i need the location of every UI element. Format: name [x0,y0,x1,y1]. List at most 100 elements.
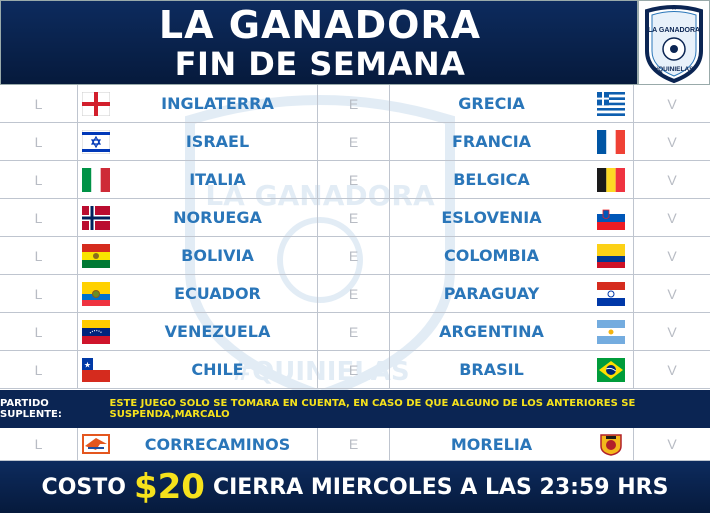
away-team: BRASIL [390,351,634,388]
svg-text:★: ★ [671,4,677,12]
suplente-label: PARTIDO SUPLENTE: [0,398,62,420]
logo-brand: LA GANADORA [648,27,700,34]
home-team: ISRAEL [78,123,318,160]
local-option[interactable]: L [0,123,78,160]
home-team: NORUEGA [78,199,318,236]
ecuador-flag-icon [82,281,110,306]
match-row: L NORUEGA E ESLOVENIA V [0,199,710,237]
match-row: L INGLATERRA E GRECIA V [0,85,710,123]
away-team: BELGICA [390,161,634,198]
visit-option[interactable]: V [634,313,710,350]
bolivia-flag-icon [82,243,110,268]
italy-flag-icon [82,167,110,192]
home-team: BOLIVIA [78,237,318,274]
draw-option[interactable]: E [318,237,390,274]
deadline-text: CIERRA MIERCOLES A LAS 23:59 HRS [212,474,669,500]
home-team: INGLATERRA [78,85,318,122]
backup-away-team: MORELIA [390,428,634,460]
visit-option[interactable]: V [634,237,710,274]
draw-option[interactable]: E [318,313,390,350]
home-team: ECUADOR [78,275,318,312]
venezuela-flag-icon [82,319,110,344]
visit-option[interactable]: V [634,123,710,160]
home-team: ITALIA [78,161,318,198]
away-team-name: PARAGUAY [443,284,540,303]
morelia-crest-icon [600,434,622,456]
title-line-2: FIN DE SEMANA [174,45,466,83]
home-team-name: ECUADOR [174,284,261,303]
home-team-name: ISRAEL [185,132,250,151]
backup-draw-option[interactable]: E [318,428,390,460]
local-option[interactable]: L [0,275,78,312]
away-team: COLOMBIA [390,237,634,274]
away-team: ARGENTINA [390,313,634,350]
norway-flag-icon [82,205,110,230]
away-team: GRECIA [390,85,634,122]
draw-option[interactable]: E [318,199,390,236]
draw-option[interactable]: E [318,351,390,388]
away-team-name: ARGENTINA [439,322,544,341]
visit-option[interactable]: V [634,275,710,312]
draw-option[interactable]: E [318,275,390,312]
away-team-name: COLOMBIA [443,246,540,265]
home-team-name: INGLATERRA [161,94,274,113]
draw-option[interactable]: E [318,123,390,160]
away-team: PARAGUAY [390,275,634,312]
local-option[interactable]: L [0,313,78,350]
greece-flag-icon [597,91,625,116]
home-team-name: CHILE [191,360,244,379]
visit-option[interactable]: V [634,199,710,236]
home-team-name: VENEZUELA [164,322,271,341]
suplente-message: ESTE JUEGO SOLO SE TOMARA EN CUENTA, EN … [109,398,636,420]
backup-home-name: CORRECAMINOS [144,434,291,454]
correcaminos-crest-icon [82,434,110,454]
draw-option[interactable]: E [318,85,390,122]
local-option[interactable]: L [0,85,78,122]
footer-banner: COSTO $20 CIERRA MIERCOLES A LAS 23:59 H… [0,461,710,513]
visit-option[interactable]: V [634,85,710,122]
paraguay-flag-icon [597,281,625,306]
logo-hashtag: #QUINIELAS [654,66,694,73]
title-banner: LA GANADORA FIN DE SEMANA [0,0,638,85]
local-option[interactable]: L [0,237,78,274]
backup-local-option[interactable]: L [0,428,78,460]
match-row: L VENEZUELA E ARGENTINA V [0,313,710,351]
home-team-name: ITALIA [189,170,246,189]
away-team-name: BELGICA [453,170,530,189]
belgium-flag-icon [597,167,625,192]
svg-text:★: ★ [84,360,91,369]
match-row: L BOLIVIA E COLOMBIA V [0,237,710,275]
backup-away-name: MORELIA [450,434,533,454]
backup-visit-option[interactable]: V [634,428,710,460]
france-flag-icon [597,129,625,154]
draw-option[interactable]: E [318,161,390,198]
home-team-name: BOLIVIA [181,246,254,265]
title-line-1: LA GANADORA [158,3,482,47]
away-team-name: GRECIA [458,94,525,113]
away-team-name: FRANCIA [451,132,532,151]
price-value: $20 [133,467,205,507]
england-flag-icon [82,91,110,116]
match-row: L ITALIA E BELGICA V [0,161,710,199]
backup-match-row: L CORRECAMINOS E MORELIA V [0,428,710,461]
slovenia-flag-icon [597,205,625,230]
away-team: ESLOVENIA [390,199,634,236]
visit-option[interactable]: V [634,161,710,198]
match-row: L ECUADOR E PARAGUAY V [0,275,710,313]
away-team-name: ESLOVENIA [441,208,542,227]
cost-label: COSTO [41,474,126,500]
local-option[interactable]: L [0,161,78,198]
match-row: L ★ CHILE E BRASIL V [0,351,710,389]
home-team: VENEZUELA [78,313,318,350]
suplente-banner: PARTIDO SUPLENTE: ESTE JUEGO SOLO SE TOM… [0,390,710,428]
logo: LA GANADORA #QUINIELAS ★ [638,0,710,85]
brazil-flag-icon [597,357,625,382]
away-team-name: BRASIL [459,360,524,379]
shield-logo-icon: LA GANADORA #QUINIELAS ★ [645,4,703,84]
local-option[interactable]: L [0,351,78,388]
match-row: L ISRAEL E FRANCIA V [0,123,710,161]
home-team: ★ CHILE [78,351,318,388]
israel-flag-icon [82,129,110,154]
local-option[interactable]: L [0,199,78,236]
visit-option[interactable]: V [634,351,710,388]
